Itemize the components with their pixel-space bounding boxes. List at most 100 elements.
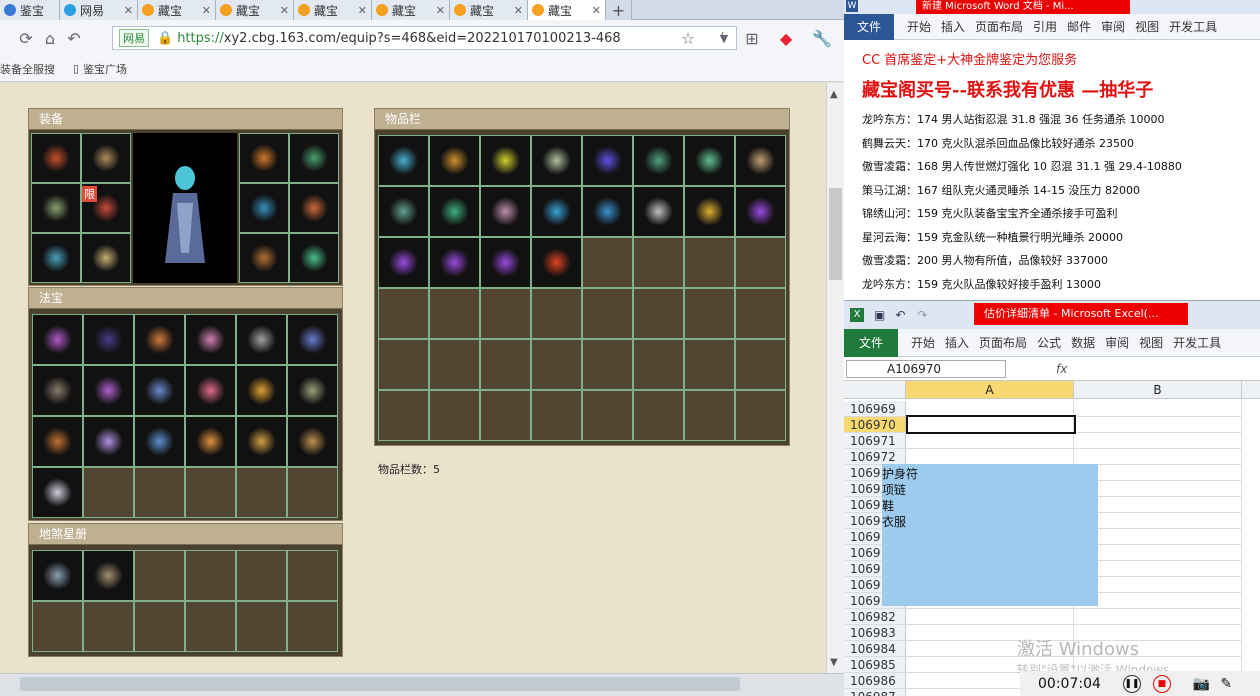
wrench-icon[interactable]: 🔧 <box>810 26 834 50</box>
inventory-slot[interactable] <box>531 288 582 339</box>
fabao-slot[interactable] <box>287 365 338 416</box>
equip-slot[interactable] <box>31 233 81 283</box>
close-icon[interactable]: ✕ <box>280 4 289 17</box>
word-ribbon-tab[interactable]: 开始 <box>907 18 931 35</box>
cell[interactable] <box>1074 449 1242 465</box>
home-icon[interactable]: ⌂ <box>38 26 62 50</box>
inventory-slot[interactable] <box>684 237 735 288</box>
equip-slot[interactable] <box>289 183 339 233</box>
word-ribbon-tab[interactable]: 开发工具 <box>1169 18 1217 35</box>
inventory-slot[interactable] <box>633 390 684 441</box>
fabao-slot[interactable] <box>134 416 185 467</box>
fabao-slot[interactable] <box>134 365 185 416</box>
word-ribbon-tab[interactable]: 插入 <box>941 18 965 35</box>
word-ribbon-tab[interactable]: 引用 <box>1033 18 1057 35</box>
star-icon[interactable]: ☆ <box>676 26 700 50</box>
browser-tab-2[interactable]: 藏宝 ✕ <box>138 0 216 20</box>
inventory-slot[interactable] <box>684 186 735 237</box>
close-icon[interactable]: ✕ <box>436 4 445 17</box>
cell[interactable] <box>1074 513 1242 529</box>
star-card-slot[interactable] <box>134 601 185 652</box>
inventory-slot[interactable] <box>480 339 531 390</box>
inventory-slot[interactable] <box>480 186 531 237</box>
cell[interactable] <box>1074 497 1242 513</box>
stop-icon[interactable]: ■ <box>1152 675 1171 693</box>
inventory-slot[interactable] <box>378 339 429 390</box>
inventory-slot[interactable] <box>735 135 786 186</box>
row-header[interactable]: 106984 <box>844 641 906 657</box>
cell[interactable] <box>1074 481 1242 497</box>
inventory-slot[interactable] <box>633 135 684 186</box>
inventory-slot[interactable] <box>735 339 786 390</box>
fabao-slot[interactable] <box>83 467 134 518</box>
inventory-slot[interactable] <box>429 186 480 237</box>
word-ribbon-tab[interactable]: 页面布局 <box>975 18 1023 35</box>
star-card-slot[interactable] <box>32 601 83 652</box>
inventory-slot[interactable] <box>429 288 480 339</box>
scroll-up-icon[interactable]: ▲ <box>830 89 838 100</box>
fabao-slot[interactable] <box>287 467 338 518</box>
save-icon[interactable]: ▣ <box>874 308 885 322</box>
redo-icon[interactable]: ↷ <box>917 308 927 322</box>
word-ribbon-tab[interactable]: 审阅 <box>1101 18 1125 35</box>
equip-slot[interactable] <box>289 233 339 283</box>
close-icon[interactable]: ✕ <box>358 4 367 17</box>
inventory-slot[interactable] <box>480 390 531 441</box>
fabao-slot[interactable] <box>83 365 134 416</box>
fabao-slot[interactable] <box>236 467 287 518</box>
fabao-slot[interactable] <box>134 314 185 365</box>
inventory-slot[interactable] <box>531 339 582 390</box>
fx-icon[interactable]: fx <box>1056 362 1067 376</box>
inventory-slot[interactable] <box>480 288 531 339</box>
row-header[interactable]: 106971 <box>844 433 906 449</box>
cell[interactable] <box>1074 577 1242 593</box>
bookmark-item[interactable]: 装备全服搜 <box>0 61 55 77</box>
inventory-slot[interactable] <box>735 237 786 288</box>
star-card-slot[interactable] <box>287 550 338 601</box>
cell[interactable] <box>1074 529 1242 545</box>
inventory-slot[interactable] <box>531 237 582 288</box>
row-header[interactable]: 106985 <box>844 657 906 673</box>
inventory-slot[interactable] <box>633 339 684 390</box>
pause-icon[interactable]: ❚❚ <box>1122 675 1141 693</box>
fabao-slot[interactable] <box>236 314 287 365</box>
word-ribbon-tab[interactable]: 邮件 <box>1067 18 1091 35</box>
fabao-slot[interactable] <box>32 314 83 365</box>
gamepad-icon[interactable]: ◆ <box>774 26 798 50</box>
browser-tab-5[interactable]: 藏宝 ✕ <box>372 0 450 20</box>
inventory-slot[interactable] <box>531 135 582 186</box>
fabao-slot[interactable] <box>32 467 83 518</box>
browser-tab-6[interactable]: 藏宝 ✕ <box>450 0 528 20</box>
address-bar[interactable]: 网易 🔒 https:// xy2.cbg.163.com/equip?s=46… <box>112 26 737 50</box>
cell[interactable] <box>1074 465 1242 481</box>
fabao-slot[interactable] <box>185 467 236 518</box>
excel-file-tab[interactable]: 文件 <box>844 328 898 357</box>
star-card-slot[interactable] <box>236 601 287 652</box>
excel-ribbon-tab[interactable]: 开始 <box>911 334 935 351</box>
cell[interactable] <box>1074 561 1242 577</box>
star-card-slot[interactable] <box>236 550 287 601</box>
inventory-slot[interactable] <box>735 186 786 237</box>
inventory-slot[interactable] <box>480 237 531 288</box>
active-cell[interactable] <box>906 415 1076 434</box>
inventory-slot[interactable] <box>684 288 735 339</box>
excel-ribbon-tab[interactable]: 视图 <box>1139 334 1163 351</box>
cell[interactable] <box>1074 593 1242 609</box>
camera-icon[interactable]: 📷 <box>1193 676 1210 692</box>
star-card-slot[interactable] <box>83 550 134 601</box>
equip-slot[interactable] <box>31 133 81 183</box>
fabao-slot[interactable] <box>134 467 185 518</box>
vertical-scrollbar[interactable]: ▲ ▼ <box>826 83 844 673</box>
fabao-slot[interactable] <box>83 314 134 365</box>
word-document[interactable]: CC 首席鉴定+大神金牌鉴定为您服务 藏宝阁买号--联系我有优惠 —抽华子 龙吟… <box>862 48 1252 296</box>
inventory-slot[interactable] <box>582 135 633 186</box>
excel-ribbon-tab[interactable]: 开发工具 <box>1173 334 1221 351</box>
fabao-slot[interactable] <box>83 416 134 467</box>
row-header[interactable]: 106982 <box>844 609 906 625</box>
refresh-icon[interactable]: ⟳ <box>14 26 38 50</box>
close-icon[interactable]: ✕ <box>592 4 601 17</box>
fabao-slot[interactable] <box>287 416 338 467</box>
star-card-slot[interactable] <box>83 601 134 652</box>
equip-slot[interactable] <box>289 133 339 183</box>
browser-tab-0[interactable]: 鉴宝 <box>0 0 60 20</box>
